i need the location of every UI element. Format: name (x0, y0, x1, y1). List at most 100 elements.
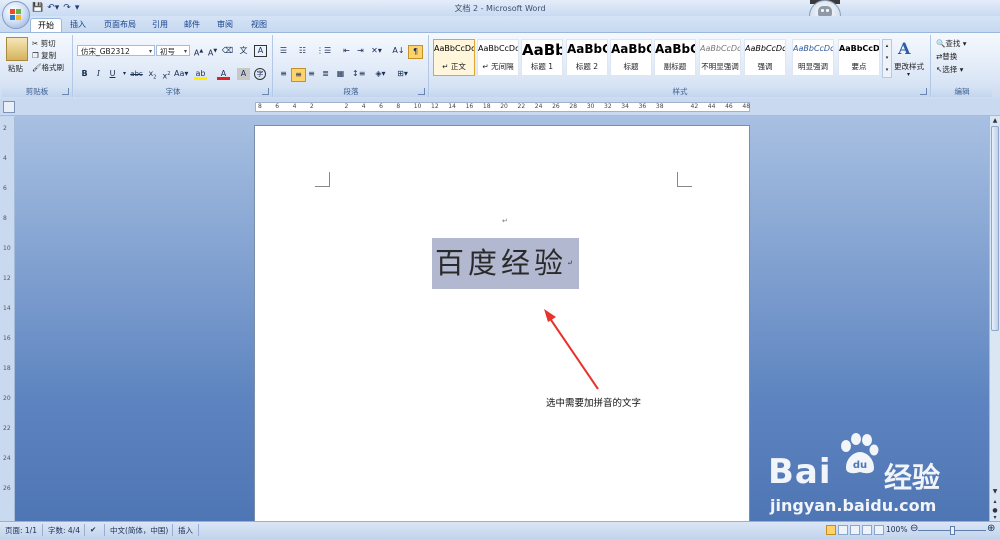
style-normal[interactable]: AaBbCcDd ↵ 正文 (433, 39, 475, 76)
style-subtle-emphasis[interactable]: AaBbCcDd 不明显强调 (699, 39, 741, 76)
paste-icon[interactable] (6, 37, 28, 61)
web-layout-view-icon[interactable] (850, 525, 860, 535)
align-right-icon[interactable]: ≡ (305, 68, 318, 80)
vruler-tick-label: 26 (3, 485, 11, 492)
style-title[interactable]: AaBbC 标题 (610, 39, 652, 76)
annotation-text: 选中需要加拼音的文字 (546, 398, 642, 409)
chinese-layout-icon[interactable]: ✕▾ (370, 45, 383, 57)
format-painter-button[interactable]: 🖌格式刷 (32, 62, 64, 73)
paragraph-group-label: 段落 (274, 86, 428, 97)
scroll-up-icon[interactable]: ▲ (991, 117, 999, 125)
scroll-down-icon[interactable]: ▼ (991, 488, 999, 496)
scrollbar-thumb[interactable] (991, 126, 999, 331)
replace-button[interactable]: ⇄替换 (936, 51, 957, 62)
office-button[interactable] (2, 1, 30, 29)
numbering-icon[interactable]: ☷ (296, 45, 309, 57)
full-screen-reading-view-icon[interactable] (838, 525, 848, 535)
change-styles-icon[interactable]: A (898, 39, 910, 58)
outline-view-icon[interactable] (862, 525, 872, 535)
print-layout-view-icon[interactable] (826, 525, 836, 535)
shrink-font-icon[interactable]: A▼ (206, 45, 219, 58)
selected-text[interactable]: 百度经验↵ (432, 238, 579, 289)
style-emphasis[interactable]: AaBbCcDd 强调 (744, 39, 786, 76)
tab-references[interactable]: 引用 (146, 18, 174, 31)
word-count[interactable]: 字数: 4/4 (48, 525, 80, 536)
justify-icon[interactable]: ≣ (319, 68, 332, 80)
document-page[interactable] (254, 125, 750, 525)
proofing-icon[interactable]: ✔ (90, 525, 96, 534)
language-indicator[interactable]: 中文(简体，中国) (110, 525, 168, 536)
grow-font-icon[interactable]: A▲ (192, 45, 205, 58)
vruler-tick-label: 2 (3, 125, 7, 132)
style-heading-1[interactable]: AaBb 标题 1 (521, 39, 563, 76)
multilevel-list-icon[interactable]: ⋮☰ (316, 45, 331, 57)
tab-insert[interactable]: 插入 (64, 18, 92, 31)
find-button[interactable]: 🔍查找 ▾ (936, 38, 967, 49)
style-strong[interactable]: AaBbCcDd 要点 (838, 39, 880, 76)
align-center-icon[interactable]: ≡ (291, 68, 306, 82)
baidu-paw-icon: du (841, 433, 879, 474)
font-launcher[interactable] (262, 88, 269, 95)
zoom-out-icon[interactable]: ⊖ (910, 523, 918, 534)
change-case-icon[interactable]: Aa▾ (174, 68, 188, 80)
vertical-ruler[interactable]: 2 4 6 8 10 12 14 16 18 20 22 24 26 (0, 117, 15, 521)
character-border-icon[interactable]: A (254, 45, 267, 57)
phonetic-guide-icon[interactable]: 文 (237, 45, 250, 57)
tab-review[interactable]: 审阅 (210, 18, 240, 31)
sort-icon[interactable]: A↓ (392, 45, 405, 57)
ruler-tick-label: 48 (742, 103, 751, 110)
paste-button[interactable]: 粘贴 (8, 63, 23, 74)
copy-button[interactable]: ❐ 复制 (32, 50, 56, 61)
bold-icon[interactable]: B (78, 68, 91, 80)
tab-selector[interactable] (3, 101, 15, 113)
draft-view-icon[interactable] (874, 525, 884, 535)
zoom-level[interactable]: 100% (886, 525, 907, 534)
tab-view[interactable]: 视图 (244, 18, 274, 31)
paragraph-launcher[interactable] (418, 88, 425, 95)
enclose-characters-icon[interactable]: 字 (254, 68, 266, 80)
styles-scroll[interactable]: ▴ ▾ ▾ (882, 39, 892, 78)
tab-mailings[interactable]: 邮件 (178, 18, 206, 31)
cut-button[interactable]: ✂ 剪切 (32, 38, 56, 49)
zoom-slider-thumb[interactable] (950, 526, 955, 535)
font-group: 仿宋_GB2312 ▾ 初号 ▾ A▲ A▼ ⌫ 文 A B I U ▾ abc x… (74, 35, 273, 97)
font-color-icon[interactable]: A (217, 68, 230, 80)
title-bar: 💾 ↶▾ ↷ ▾ 文档 2 - Microsoft Word (0, 0, 1000, 16)
styles-launcher[interactable] (920, 88, 927, 95)
distributed-icon[interactable]: ▦ (334, 68, 347, 80)
decrease-indent-icon[interactable]: ⇤ (340, 45, 353, 57)
bullets-icon[interactable]: ☰ (277, 45, 290, 57)
font-size-select[interactable]: 初号 ▾ (156, 45, 190, 56)
style-heading-2[interactable]: AaBbC 标题 2 (566, 39, 608, 76)
strikethrough-icon[interactable]: abc (130, 68, 143, 80)
tab-page-layout[interactable]: 页面布局 (98, 18, 142, 31)
italic-icon[interactable]: I (92, 68, 105, 80)
prev-page-icon[interactable]: ▴ (991, 498, 999, 506)
align-left-icon[interactable]: ≡ (277, 68, 290, 80)
highlight-icon[interactable]: ab (194, 68, 207, 80)
style-subtitle[interactable]: AaBbC 副标题 (654, 39, 696, 76)
ruler-tick-label: 14 (448, 103, 456, 110)
font-name-select[interactable]: 仿宋_GB2312 ▾ (77, 45, 155, 56)
insert-mode[interactable]: 插入 (178, 525, 193, 536)
shading-icon[interactable]: ◈▾ (374, 68, 387, 80)
select-button[interactable]: ↖选择 ▾ (936, 64, 963, 75)
character-shading-icon[interactable]: A (237, 68, 250, 80)
page-count[interactable]: 页面: 1/1 (5, 525, 37, 536)
clear-format-icon[interactable]: ⌫ (221, 45, 234, 57)
style-intense-emphasis[interactable]: AaBbCcDd 明显强调 (792, 39, 834, 76)
vertical-scrollbar[interactable]: ▲ ▼ ▴ ● ▾ (989, 116, 1000, 521)
borders-icon[interactable]: ⊞▾ (396, 68, 409, 80)
style-no-spacing[interactable]: AaBbCcDd ↵ 无间隔 (477, 39, 519, 76)
change-styles-dropdown-icon[interactable]: ▾ (907, 71, 910, 78)
show-formatting-icon[interactable]: ¶ (408, 45, 423, 59)
increase-indent-icon[interactable]: ⇥ (354, 45, 367, 57)
tab-home[interactable]: 开始 (30, 18, 62, 32)
ruler-tick-label: 2 (344, 103, 349, 110)
horizontal-ruler[interactable]: 8 6 4 2 2 4 6 8 10 12 14 16 18 20 22 24 26 28 30 32 34 36 38 42… (0, 99, 1000, 116)
line-spacing-icon[interactable]: ↕≡ (352, 68, 365, 80)
zoom-in-icon[interactable]: ⊕ (987, 523, 995, 534)
subscript-icon[interactable]: x2 (146, 68, 159, 81)
superscript-icon[interactable]: x2 (160, 68, 173, 81)
clipboard-launcher[interactable] (62, 88, 69, 95)
